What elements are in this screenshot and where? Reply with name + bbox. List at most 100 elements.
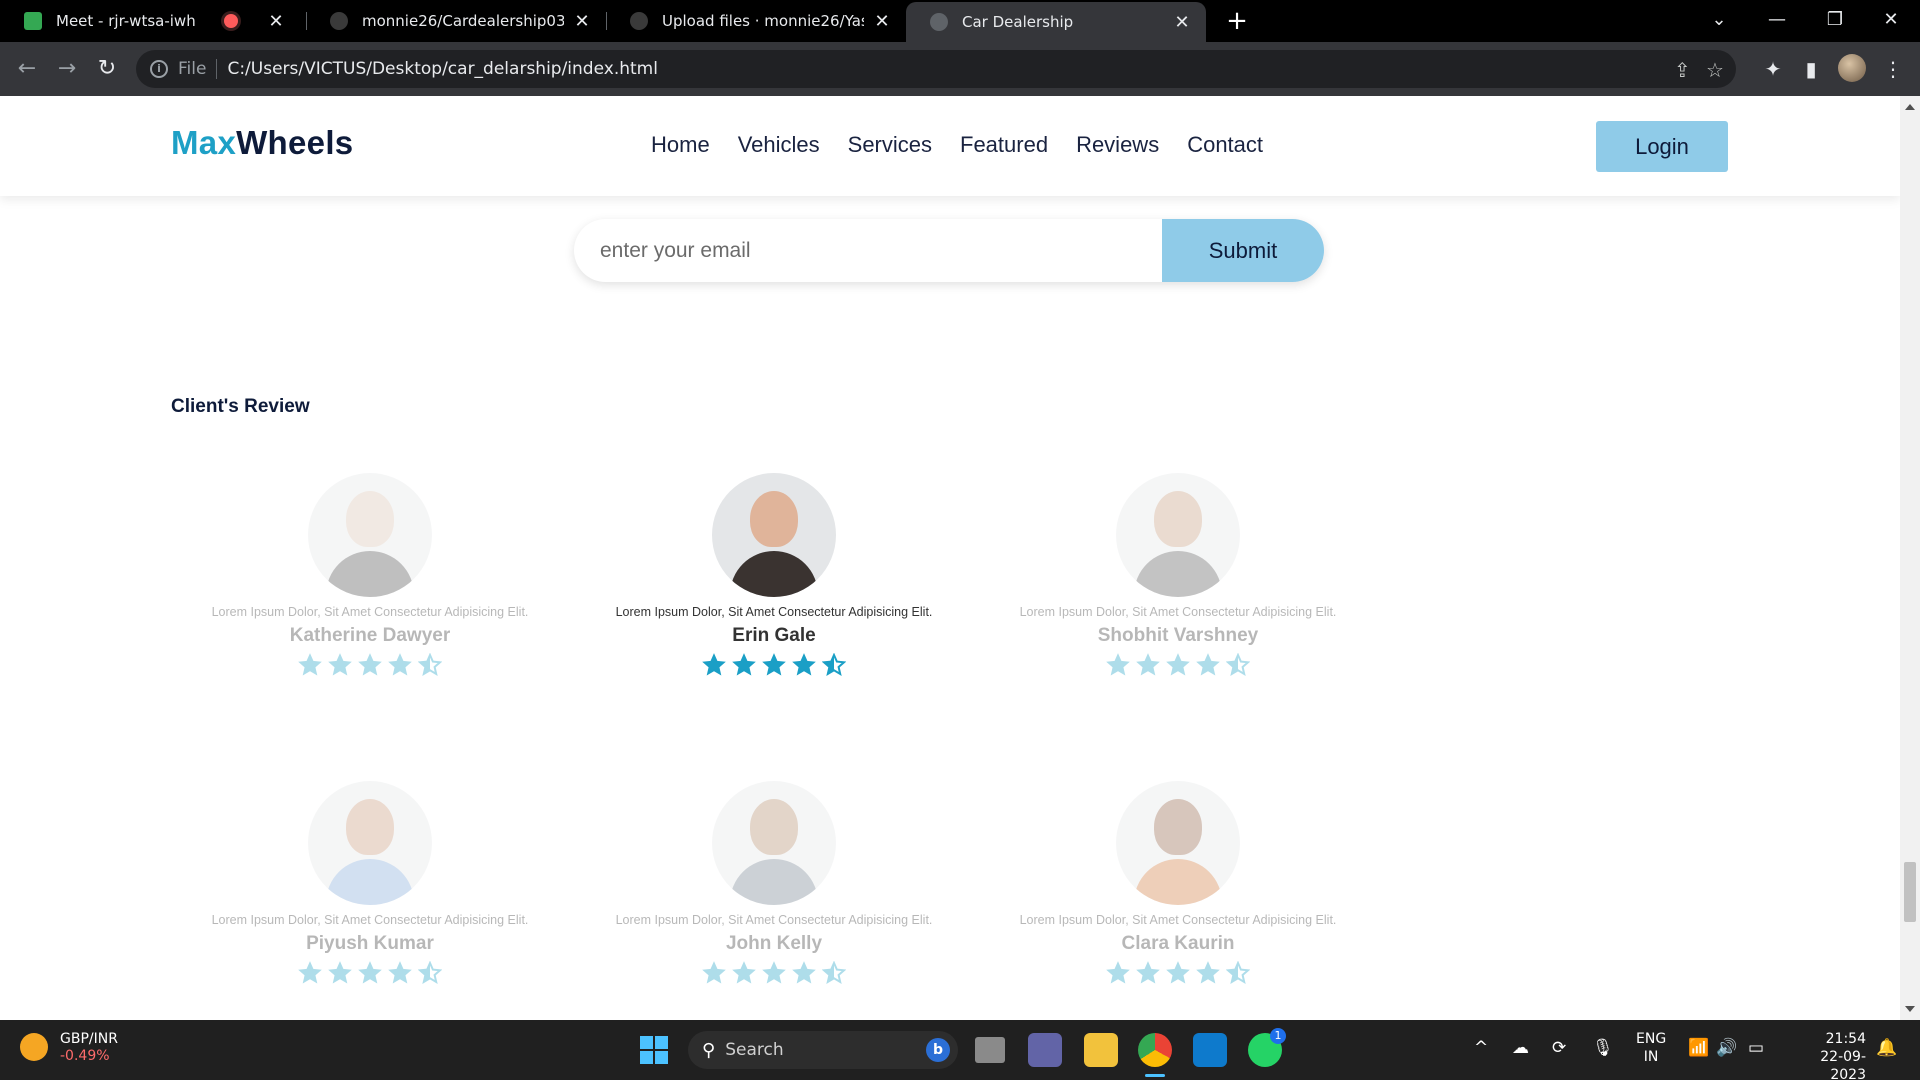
login-button[interactable]: Login (1596, 121, 1728, 172)
reviewer-name: Erin Gale (732, 625, 816, 646)
review-card: Lorem Ipsum Dolor, Sit Amet Consectetur … (968, 781, 1388, 985)
nav-vehicles[interactable]: Vehicles (738, 132, 820, 158)
close-tab-icon[interactable]: ✕ (266, 11, 286, 32)
teams-icon[interactable] (1028, 1033, 1062, 1067)
reviewer-name: John Kelly (725, 933, 823, 954)
tab-cardealership-repo[interactable]: monnie26/Cardealership03 ✕ (306, 0, 606, 42)
address-divider (216, 59, 218, 79)
reload-icon[interactable]: ↻ (92, 54, 122, 84)
avatar-head (346, 491, 394, 547)
clock[interactable]: 21:54 22-09-2023 (1786, 1030, 1866, 1080)
avatar-head (1154, 491, 1202, 547)
microphone-icon[interactable]: 🎙 (1592, 1038, 1614, 1058)
scheme-label: File (178, 59, 207, 79)
review-card: Lorem Ipsum Dolor, Sit Amet Consectetur … (564, 781, 984, 985)
profile-avatar[interactable] (1838, 54, 1866, 82)
chrome-icon[interactable] (1138, 1033, 1172, 1067)
close-tab-icon[interactable]: ✕ (572, 11, 592, 32)
tab-title: monnie26/Cardealership03 (362, 12, 564, 30)
new-tab-button[interactable]: + (1222, 6, 1252, 36)
tab-upload-files[interactable]: Upload files · monnie26/YashBec ✕ (606, 0, 906, 42)
notifications-icon[interactable]: 🔔 (1876, 1038, 1897, 1058)
volume-icon[interactable]: 🔊 (1716, 1038, 1737, 1058)
reviewer-name: Clara Kaurin (1121, 933, 1235, 954)
reviewer-avatar (308, 473, 432, 597)
star-full-icon (792, 653, 816, 676)
browser-toolbar: ← → ↻ i File C:/Users/VICTUS/Desktop/car… (0, 42, 1920, 96)
close-window-icon[interactable]: ✕ (1862, 0, 1920, 42)
language-indicator[interactable]: ENG IN (1636, 1030, 1666, 1066)
share-icon[interactable]: ⇪ (1674, 58, 1691, 82)
globe-icon (930, 13, 948, 31)
menu-icon[interactable]: ⋮ (1878, 54, 1908, 84)
address-bar[interactable]: i File C:/Users/VICTUS/Desktop/car_delar… (136, 50, 1736, 88)
star-half-icon (1226, 961, 1250, 985)
wifi-icon[interactable]: 📶 (1688, 1038, 1709, 1058)
forward-icon[interactable]: → (52, 54, 82, 84)
email-input[interactable]: enter your email (574, 219, 1162, 282)
minimize-icon[interactable]: — (1748, 0, 1806, 42)
star-full-icon (298, 653, 322, 676)
taskbar-search[interactable]: ⚲ Search b (688, 1031, 958, 1069)
scroll-down-icon[interactable] (1905, 1006, 1915, 1012)
star-rating (160, 961, 580, 985)
star-full-icon (298, 961, 322, 984)
nav-home[interactable]: Home (651, 132, 710, 158)
star-full-icon (1166, 653, 1190, 676)
tab-search-icon[interactable]: ⌄ (1690, 0, 1748, 42)
tab-car-dealership[interactable]: Car Dealership ✕ (906, 2, 1206, 42)
star-full-icon (358, 653, 382, 676)
clock-date: 22-09-2023 (1820, 1049, 1866, 1080)
review-card: Lorem Ipsum Dolor, Sit Amet Consectetur … (160, 781, 580, 985)
ticker-change: -0.49% (60, 1048, 110, 1064)
close-tab-icon[interactable]: ✕ (1172, 12, 1192, 33)
review-text: Lorem Ipsum Dolor, Sit Amet Consectetur … (1019, 605, 1337, 619)
file-explorer-icon[interactable] (1084, 1033, 1118, 1067)
site-logo[interactable]: MaxWheels (171, 124, 353, 162)
nav-contact[interactable]: Contact (1187, 132, 1263, 158)
side-panel-icon[interactable]: ▮ (1796, 54, 1826, 84)
site-info-icon[interactable]: i (150, 60, 168, 78)
star-half-icon (418, 961, 442, 985)
star-full-icon (1106, 653, 1130, 676)
currency-icon (20, 1033, 48, 1061)
star-full-icon (1136, 653, 1160, 676)
close-tab-icon[interactable]: ✕ (872, 11, 892, 32)
star-half-icon (1226, 653, 1250, 677)
task-view-icon[interactable] (975, 1037, 1005, 1063)
logo-max: Max (171, 124, 237, 161)
avatar-body (1134, 551, 1222, 597)
stock-widget[interactable]: GBP/INR -0.49% (20, 1030, 118, 1064)
avatar-body (326, 551, 414, 597)
onedrive-icon[interactable]: ☁ (1512, 1038, 1529, 1058)
page-scrollbar[interactable] (1900, 96, 1920, 1020)
show-hidden-icons[interactable]: ^ (1474, 1038, 1488, 1058)
vscode-icon[interactable] (1193, 1033, 1227, 1067)
tab-title: Upload files · monnie26/YashBec (662, 12, 864, 30)
review-card: Lorem Ipsum Dolor, Sit Amet Consectetur … (160, 473, 580, 677)
scroll-thumb[interactable] (1904, 862, 1916, 922)
reviewer-name: Piyush Kumar (306, 933, 434, 954)
extensions-icon[interactable]: ✦ (1758, 54, 1788, 84)
battery-icon[interactable]: ▭ (1748, 1038, 1764, 1058)
windows-start-icon[interactable] (640, 1036, 668, 1064)
avatar-body (730, 859, 818, 905)
back-icon[interactable]: ← (12, 54, 42, 84)
star-half-icon (822, 961, 846, 985)
bing-icon[interactable]: b (926, 1038, 950, 1062)
scroll-up-icon[interactable] (1905, 104, 1915, 110)
nav-featured[interactable]: Featured (960, 132, 1048, 158)
star-full-icon (1166, 961, 1190, 984)
language-label: ENG (1636, 1031, 1667, 1047)
reviewer-avatar (712, 781, 836, 905)
tab-meet[interactable]: Meet - rjr-wtsa-iwh ✕ (0, 0, 300, 42)
sync-icon[interactable]: ⟳ (1552, 1038, 1566, 1058)
newsletter-form: enter your email Submit (574, 219, 1324, 282)
region-label: IN (1643, 1049, 1659, 1065)
nav-services[interactable]: Services (848, 132, 932, 158)
bookmark-star-icon[interactable]: ☆ (1706, 58, 1724, 82)
nav-reviews[interactable]: Reviews (1076, 132, 1159, 158)
submit-button[interactable]: Submit (1162, 219, 1324, 282)
restore-icon[interactable]: ❐ (1806, 0, 1864, 42)
tab-title: Car Dealership (962, 13, 1074, 31)
